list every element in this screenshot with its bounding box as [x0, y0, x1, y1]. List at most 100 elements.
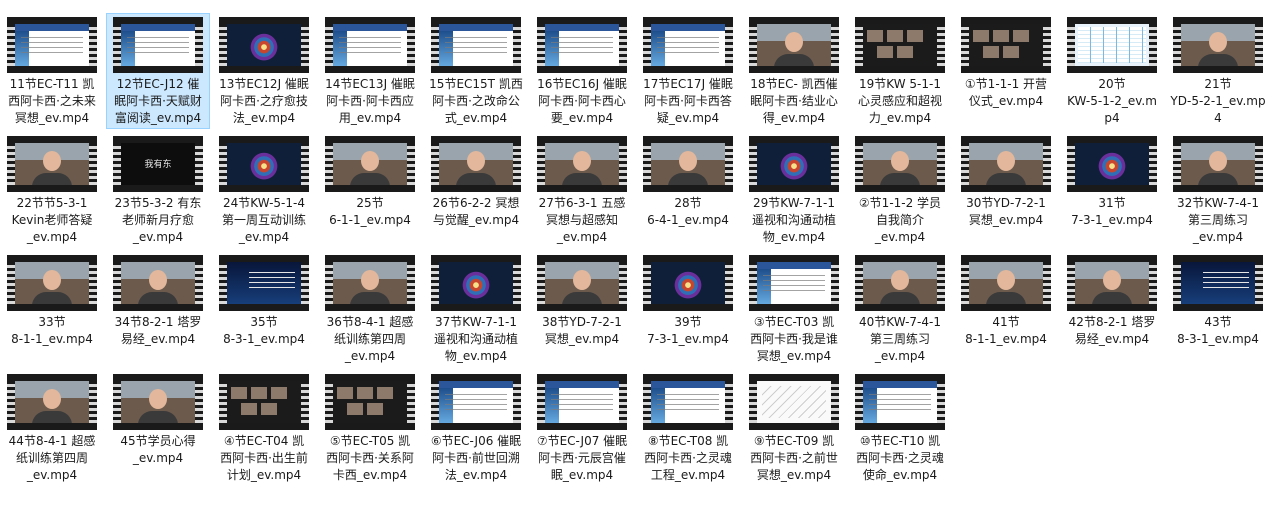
file-item[interactable]: ⑩节EC-T10 凯西阿卡西·之灵魂 使命_ev.mp4 — [848, 370, 952, 486]
file-name-label: 13节EC12J 催眠 阿卡西·之疗愈技 法_ev.mp4 — [213, 76, 315, 127]
thumbnail-frame — [545, 262, 619, 304]
file-name-label: 27节6-3-1 五感 冥想与超感知 _ev.mp4 — [531, 195, 633, 246]
file-name-label: 12节EC-J12 催眠阿卡西·天赋财 富阅读_ev.mp4 — [107, 76, 209, 127]
file-item[interactable]: 13节EC12J 催眠 阿卡西·之疗愈技 法_ev.mp4 — [212, 13, 316, 129]
file-name-line: ④节EC-T04 凯 — [223, 434, 305, 448]
file-name-line: 36节8-4-1 超感 — [326, 315, 414, 329]
file-name-line: _ev.mp4 — [344, 349, 396, 363]
file-name-line: 阿卡西·阿卡西心 — [538, 94, 626, 108]
video-thumbnail-icon — [643, 17, 733, 73]
file-item[interactable]: 37节KW-7-1-1 遥视和沟通动植 物_ev.mp4 — [424, 251, 528, 367]
file-name-label: ①节1-1-1 开营 仪式_ev.mp4 — [955, 76, 1057, 110]
file-name-line: 老师新月疗愈 — [121, 213, 194, 227]
file-name-label: 30节YD-7-2-1 冥想_ev.mp4 — [955, 195, 1057, 229]
file-name-line: 冥想_ev.mp4 — [756, 468, 832, 482]
file-item[interactable]: 21节 YD-5-2-1_ev.mp 4 — [1166, 13, 1270, 129]
file-item[interactable]: 22节节5-3-1 Kevin老师答疑 _ev.mp4 — [0, 132, 104, 248]
file-item[interactable]: ⑦节EC-J07 催眠 阿卡西·元辰宫催 眠_ev.mp4 — [530, 370, 634, 486]
thumbnail-frame — [545, 143, 619, 185]
file-item[interactable]: 43节 8-3-1_ev.mp4 — [1166, 251, 1270, 367]
file-item[interactable]: 41节 8-1-1_ev.mp4 — [954, 251, 1058, 367]
video-thumbnail-icon — [749, 374, 839, 430]
file-name-line: 与觉醒_ev.mp4 — [432, 213, 520, 227]
file-name-label: 18节EC- 凯西催 眠阿卡西·结业心 得_ev.mp4 — [743, 76, 845, 127]
file-item[interactable]: 15节EC15T 凯西 阿卡西·之改命公 式_ev.mp4 — [424, 13, 528, 129]
file-name-label: 23节5-3-2 有东 老师新月疗愈 _ev.mp4 — [107, 195, 209, 246]
file-name-line: 39节 — [674, 315, 702, 329]
file-item[interactable]: 18节EC- 凯西催 眠阿卡西·结业心 得_ev.mp4 — [742, 13, 846, 129]
file-item[interactable]: 42节8-2-1 塔罗 易经_ev.mp4 — [1060, 251, 1164, 367]
thumbnail-caption: 我有东 — [144, 160, 172, 170]
file-item[interactable]: 45节学员心得 _ev.mp4 — [106, 370, 210, 486]
file-name-line: 遥视和沟通动植 — [751, 213, 836, 227]
file-item[interactable]: ②节1-1-2 学员 自我简介 _ev.mp4 — [848, 132, 952, 248]
thumbnail-frame — [227, 24, 301, 66]
file-item[interactable]: ⑧节EC-T08 凯西阿卡西·之灵魂 工程_ev.mp4 — [636, 370, 740, 486]
file-item[interactable]: 33节 8-1-1_ev.mp4 — [0, 251, 104, 367]
thumbnail-frame — [863, 24, 937, 66]
file-item[interactable]: 28节 6-4-1_ev.mp4 — [636, 132, 740, 248]
file-item[interactable]: ⑥节EC-J06 催眠 阿卡西·前世回溯 法_ev.mp4 — [424, 370, 528, 486]
file-item[interactable]: 14节EC13J 催眠 阿卡西·阿卡西应 用_ev.mp4 — [318, 13, 422, 129]
file-item[interactable]: 30节YD-7-2-1 冥想_ev.mp4 — [954, 132, 1058, 248]
file-item[interactable]: 26节6-2-2 冥想 与觉醒_ev.mp4 — [424, 132, 528, 248]
file-item[interactable]: 40节KW-7-4-1 第三周练习 _ev.mp4 — [848, 251, 952, 367]
video-thumbnail-icon — [219, 255, 309, 311]
file-item[interactable]: 24节KW-5-1-4 第一周互动训练 _ev.mp4 — [212, 132, 316, 248]
file-item[interactable]: 11节EC-T11 凯西阿卡西·之未来 冥想_ev.mp4 — [0, 13, 104, 129]
file-item[interactable]: 32节KW-7-4-1 第三周练习 _ev.mp4 — [1166, 132, 1270, 248]
file-name-label: 20节 KW-5-1-2_ev.m p4 — [1061, 76, 1163, 127]
video-thumbnail-icon — [537, 255, 627, 311]
file-item[interactable]: 38节YD-7-2-1 冥想_ev.mp4 — [530, 251, 634, 367]
file-item[interactable]: 29节KW-7-1-1 遥视和沟通动植 物_ev.mp4 — [742, 132, 846, 248]
file-name-line: _ev.mp4 — [874, 230, 926, 244]
thumbnail-frame — [121, 381, 195, 423]
thumbnail-frame — [969, 143, 1043, 185]
file-name-label: 41节 8-1-1_ev.mp4 — [955, 314, 1057, 348]
file-name-line: _ev.mp4 — [132, 230, 184, 244]
file-item[interactable]: ③节EC-T03 凯西阿卡西·我是谁 冥想_ev.mp4 — [742, 251, 846, 367]
file-name-line: 工程_ev.mp4 — [650, 468, 726, 482]
file-name-label: 22节节5-3-1 Kevin老师答疑 _ev.mp4 — [1, 195, 103, 246]
file-item[interactable]: 16节EC16J 催眠 阿卡西·阿卡西心 要_ev.mp4 — [530, 13, 634, 129]
file-item[interactable]: 44节8-4-1 超感 纸训练第四周 _ev.mp4 — [0, 370, 104, 486]
file-item[interactable]: ⑤节EC-T05 凯西阿卡西·关系阿 卡西_ev.mp4 — [318, 370, 422, 486]
file-item[interactable]: 35节 8-3-1_ev.mp4 — [212, 251, 316, 367]
file-item[interactable]: 36节8-4-1 超感 纸训练第四周 _ev.mp4 — [318, 251, 422, 367]
file-name-line: 14节EC13J 催眠 — [325, 77, 415, 91]
thumbnail-frame — [545, 381, 619, 423]
file-name-line: 用_ev.mp4 — [338, 111, 402, 125]
video-thumbnail-icon — [1173, 136, 1263, 192]
file-item[interactable]: 17节EC17J 催眠 阿卡西·阿卡西答 疑_ev.mp4 — [636, 13, 740, 129]
file-item[interactable]: 25节 6-1-1_ev.mp4 — [318, 132, 422, 248]
file-name-label: 32节KW-7-4-1 第三周练习 _ev.mp4 — [1167, 195, 1269, 246]
file-item[interactable]: 12节EC-J12 催眠阿卡西·天赋财 富阅读_ev.mp4 — [106, 13, 210, 129]
thumbnail-frame: 我有东 — [121, 143, 195, 185]
file-item[interactable]: ⑨节EC-T09 凯西阿卡西·之前世 冥想_ev.mp4 — [742, 370, 846, 486]
file-name-line: 阿卡西·阿卡西应 — [326, 94, 414, 108]
file-item[interactable]: 27节6-3-1 五感 冥想与超感知 _ev.mp4 — [530, 132, 634, 248]
file-name-line: ⑦节EC-J07 催眠 — [536, 434, 628, 448]
video-thumbnail-icon — [643, 136, 733, 192]
file-item[interactable]: ④节EC-T04 凯西阿卡西·出生前 计划_ev.mp4 — [212, 370, 316, 486]
file-item[interactable]: 31节 7-3-1_ev.mp4 — [1060, 132, 1164, 248]
file-name-line: 22节节5-3-1 — [16, 196, 88, 210]
file-name-label: 35节 8-3-1_ev.mp4 — [213, 314, 315, 348]
file-name-line: 30节YD-7-2-1 — [966, 196, 1046, 210]
file-item[interactable]: 19节KW 5-1-1 心灵感应和超视 力_ev.mp4 — [848, 13, 952, 129]
video-thumbnail-icon — [431, 255, 521, 311]
file-name-line: 25节 — [356, 196, 384, 210]
file-name-line: 4 — [1214, 111, 1222, 125]
file-name-label: 44节8-4-1 超感 纸训练第四周 _ev.mp4 — [1, 433, 103, 484]
file-item[interactable]: 20节 KW-5-1-2_ev.m p4 — [1060, 13, 1164, 129]
file-item[interactable]: 34节8-2-1 塔罗 易经_ev.mp4 — [106, 251, 210, 367]
video-thumbnail-icon — [643, 374, 733, 430]
file-item[interactable]: 39节 7-3-1_ev.mp4 — [636, 251, 740, 367]
file-item[interactable]: 我有东 23节5-3-2 有东 老师新月疗愈 _ev.mp4 — [106, 132, 210, 248]
file-item[interactable]: ①节1-1-1 开营 仪式_ev.mp4 — [954, 13, 1058, 129]
file-name-line: ⑩节EC-T10 凯 — [859, 434, 941, 448]
thumbnail-frame — [1181, 143, 1255, 185]
video-thumbnail-icon — [431, 17, 521, 73]
file-name-label: 16节EC16J 催眠 阿卡西·阿卡西心 要_ev.mp4 — [531, 76, 633, 127]
video-thumbnail-icon — [7, 136, 97, 192]
